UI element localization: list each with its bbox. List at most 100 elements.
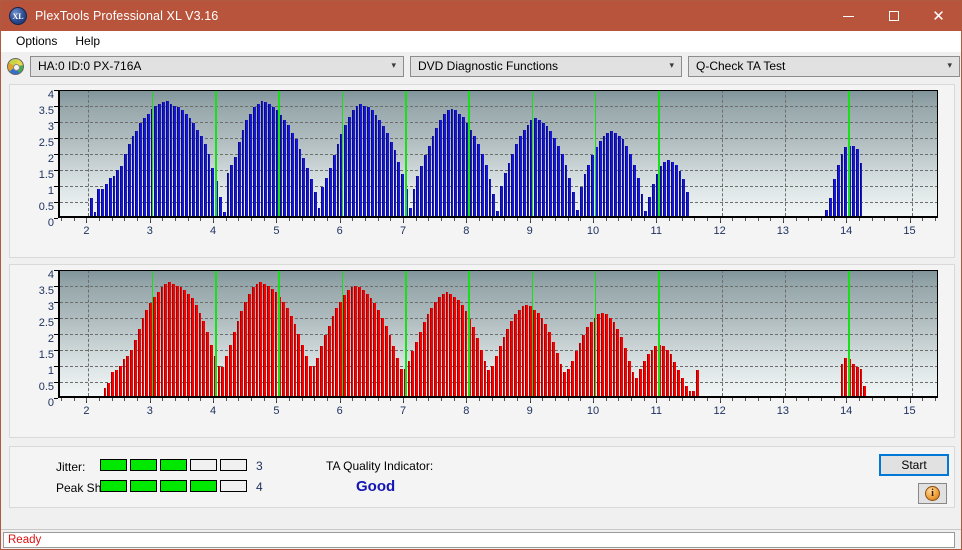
chart-bar [234,156,237,216]
y-axis-tick [54,334,58,335]
chart-bar [350,287,354,396]
chart-bar [560,153,564,216]
chart-bar [855,367,859,396]
x-axis-minor-tick [403,398,405,401]
chart-bar [139,123,142,216]
chart-bar [126,356,130,396]
menu-item-options[interactable]: Options [7,32,66,50]
app-window: XL PlexTools Professional XL V3.16 ✕ Opt… [0,0,962,550]
chart-bar [631,372,635,396]
chart-bar [500,185,503,216]
chart-bar [481,153,484,216]
chart-bar [131,136,135,216]
y-axis-tick [54,366,58,367]
x-axis-minor-tick [757,398,759,401]
x-axis-minor-tick [73,218,75,221]
chart-bar [256,104,260,216]
x-axis-minor-tick [592,218,594,221]
chart-bar [112,176,116,216]
x-axis-minor-tick [213,398,215,401]
chart-bar [282,301,285,396]
chart-bar [374,115,378,216]
chart-bar [116,169,120,216]
test-select[interactable]: Q-Check TA Test ▾ [688,55,960,77]
x-axis-minor-tick [656,218,658,221]
x-axis-minor-tick [415,218,417,221]
chart-bar [844,357,848,396]
x-axis-minor-tick [415,398,417,401]
chart-bar [537,120,541,216]
x-axis-minor-tick [846,398,848,401]
y-axis-tick-label: 2.5 [38,137,54,149]
chart-bar [696,370,700,396]
chart-bar [829,198,832,216]
drive-select[interactable]: HA:0 ID:0 PX-716A ▾ [30,55,404,77]
x-axis-minor-tick [833,218,835,221]
start-button[interactable]: Start [879,454,949,476]
selector-bar: HA:0 ID:0 PX-716A ▾ DVD Diagnostic Funct… [1,52,961,80]
x-axis-minor-tick [289,398,291,401]
gridline-vertical [721,90,723,216]
y-axis-tick [54,186,58,187]
chart-bar [316,357,320,396]
y-axis-tick [54,382,58,383]
minimize-button[interactable] [826,1,871,31]
x-axis-minor-tick [504,218,506,221]
chart-marker-line [341,270,344,396]
chart-bar [572,192,575,216]
chart-bar [840,153,844,216]
app-icon: XL [9,7,27,25]
chart-marker-line [468,270,470,396]
chart-bar [563,372,567,396]
x-axis-tick-label: 12 [713,225,726,237]
chart-bar [586,327,589,396]
chart-bar [397,161,401,216]
meter-cell [160,480,187,492]
x-axis-tick-label: 12 [713,405,726,417]
x-axis-minor-tick [643,218,645,221]
chart-bar [294,139,298,216]
chart-bar [665,349,669,396]
close-button[interactable]: ✕ [916,1,961,31]
chart-bar [336,144,340,216]
chart-bar [161,102,165,216]
chart-bar [844,147,848,216]
x-axis-minor-tick [858,398,860,401]
meter-cell [220,480,247,492]
menu-item-help[interactable]: Help [66,32,109,50]
chart-bar [479,349,483,396]
x-axis-minor-tick [681,398,683,401]
x-axis-minor-tick [605,398,607,401]
chart-bar [544,324,548,396]
x-axis-minor-tick [301,218,303,221]
chart-bar [663,161,667,216]
chart-bar [344,124,348,216]
chart-bar [251,287,255,396]
chart-bar [646,354,650,396]
chart-bar [635,378,639,396]
chart-marker-line [658,90,660,216]
chart-bar [244,301,248,396]
chart-bar [525,304,529,396]
chart-bar [662,346,665,396]
chart-bar [639,368,643,396]
chart-bar [435,128,439,216]
ta-test-chart-bottom: 0 0.5 1 1.5 2 2.5 3 3.5 4 2 3 4 5 6 7 8 9 10 11 12 13 14 15 [9,264,955,438]
chart-bar [230,164,234,216]
x-axis-minor-tick [352,218,354,221]
chart-bar [632,164,636,216]
info-button[interactable]: i [918,483,947,504]
chart-marker-line [278,270,280,396]
chart-bar [415,341,418,396]
chart-bar [549,131,553,216]
chart-bar [521,306,525,396]
chart-bar [367,107,370,216]
y-axis-tick [54,122,58,123]
maximize-button[interactable] [871,1,916,31]
x-axis-minor-tick [770,398,772,401]
x-axis-minor-tick [441,398,443,401]
x-axis-tick-label: 7 [399,225,407,237]
function-select[interactable]: DVD Diagnostic Functions ▾ [410,55,682,77]
x-axis-minor-tick [251,398,253,401]
x-axis-minor-tick [618,398,620,401]
